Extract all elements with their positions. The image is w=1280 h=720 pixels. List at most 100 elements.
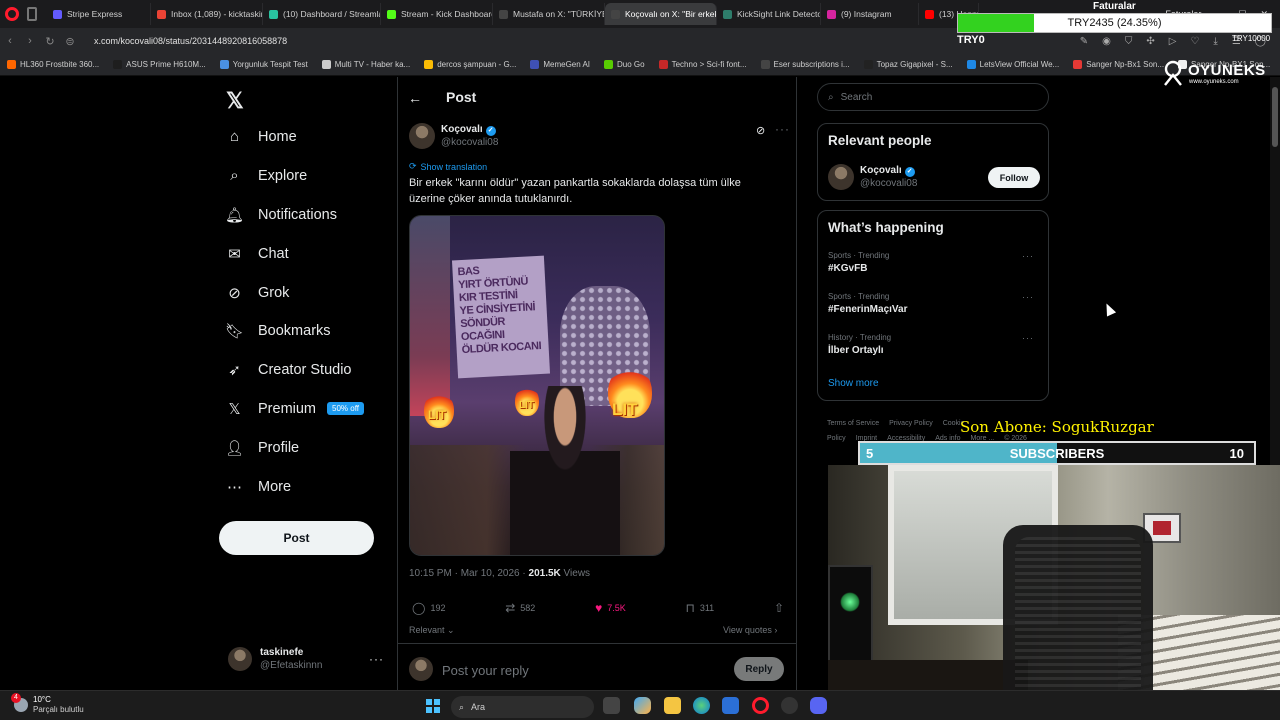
nav-item-chat[interactable]: ✉ Chat: [226, 245, 288, 263]
opera-logo-icon[interactable]: [5, 7, 19, 21]
download-icon[interactable]: ⤓: [1213, 36, 1217, 47]
browser-tab[interactable]: (9) Instagram: [821, 3, 919, 25]
chevron-down-icon: ⌄: [447, 625, 455, 635]
nav-item-grok[interactable]: ⊘ Grok: [226, 284, 289, 302]
reply-input[interactable]: Post your reply: [442, 663, 529, 678]
browser-tab[interactable]: (10) Dashboard / Streamla: [263, 3, 381, 25]
weather-widget[interactable]: 4 10°C Parçalı bulutlu: [11, 693, 84, 715]
camera-icon[interactable]: ◉: [1102, 36, 1111, 47]
bookmark-favicon-icon: [219, 60, 229, 69]
scrollbar-thumb[interactable]: [1272, 87, 1278, 147]
bookmark-item[interactable]: Techno > Sci-fi font...: [652, 60, 754, 69]
repost-action[interactable]: ⇄ 582: [505, 601, 535, 615]
url-field[interactable]: x.com/kocovali08/status/2031448920816058…: [94, 36, 287, 46]
trend-item[interactable]: Sports · Trending #KGvFB ···: [828, 251, 1040, 274]
nav-item-profile[interactable]: 👤︎ Profile: [225, 439, 299, 457]
person-handle[interactable]: @kocovali08: [860, 177, 917, 190]
windows-start-icon[interactable]: [426, 699, 440, 713]
person-name[interactable]: Koçovalı: [860, 165, 902, 176]
author-name[interactable]: Koçovalı: [441, 124, 483, 135]
bookmark-item[interactable]: Duo Go: [597, 60, 652, 69]
bookmark-item[interactable]: Multi TV - Haber ka...: [315, 60, 417, 69]
nav-item-notifications[interactable]: 🔔︎ Notifications: [225, 206, 337, 224]
footer-link[interactable]: Terms of Service: [827, 420, 879, 427]
edge-icon[interactable]: [693, 697, 710, 714]
nav-item-creator-studio[interactable]: ➶ Creator Studio: [226, 361, 351, 379]
bookmark-item[interactable]: HL360 Frostbite 360...: [0, 60, 106, 69]
bookmark-item[interactable]: Eser subscriptions i...: [754, 60, 857, 69]
bookmark-item[interactable]: dercos şampuan - G...: [417, 60, 523, 69]
post-author[interactable]: Koçovalı ✓ @kocovali08: [409, 123, 498, 149]
browser-tab[interactable]: Koçovalı on X: "Bir erkek: [605, 3, 717, 25]
nav-item-premium[interactable]: 𝕏 Premium 50% off: [226, 400, 364, 418]
reply-sort-dropdown[interactable]: Relevant ⌄: [409, 625, 455, 636]
account-switcher[interactable]: taskinefe @Efetaskinnn ···: [228, 643, 384, 675]
relevant-people-title: Relevant people: [828, 133, 932, 148]
extension-icon[interactable]: ✣: [1146, 36, 1154, 47]
post-image[interactable]: BAS YIRT ÖRTÜNÜ KIR TESTİNİ YE CİNSİYETİNİ S…: [409, 215, 665, 556]
copilot-icon[interactable]: [634, 697, 651, 714]
author-handle[interactable]: @kocovali08: [441, 136, 498, 149]
edit-icon[interactable]: ✎: [1080, 36, 1088, 47]
author-avatar[interactable]: [409, 123, 435, 149]
account-more-icon[interactable]: ···: [369, 652, 384, 666]
post-text: Bir erkek "karını öldür" yazan pankartla…: [409, 177, 741, 205]
bookmark-item[interactable]: LetsView Official We...: [960, 60, 1067, 69]
discord-icon[interactable]: [810, 697, 827, 714]
trend-more-icon[interactable]: ···: [1022, 292, 1034, 302]
search-icon: ⌕: [230, 167, 239, 184]
trend-item[interactable]: Sports · Trending #FenerinMaçıVar ···: [828, 292, 1040, 315]
reload-icon[interactable]: ↻: [40, 35, 60, 48]
post-time[interactable]: 10:15 PM · Mar 10, 2026 ·: [409, 568, 529, 579]
trend-more-icon[interactable]: ···: [1022, 333, 1034, 343]
footer-link[interactable]: Privacy Policy: [889, 420, 933, 427]
browser-tab[interactable]: KickSight Link Detector: [717, 3, 821, 25]
bookmark-item[interactable]: MemeGen AI: [523, 60, 597, 69]
grok-icon[interactable]: ⊘: [756, 124, 765, 137]
task-view-icon[interactable]: [603, 697, 620, 714]
taskbar-search[interactable]: ⌕ Ara: [451, 696, 594, 718]
share-action[interactable]: ⇧: [774, 601, 784, 615]
reply-action[interactable]: ◯ 192: [412, 601, 445, 615]
play-icon[interactable]: ▷: [1169, 36, 1177, 47]
more-icon[interactable]: ···: [775, 122, 790, 136]
opera-taskbar-icon[interactable]: [752, 697, 769, 714]
person-avatar[interactable]: [828, 164, 854, 190]
bookmark-item[interactable]: Yorgunluk Tespit Test: [213, 60, 315, 69]
bookmark-favicon-icon: [7, 60, 16, 69]
post-button[interactable]: Post: [219, 521, 374, 555]
bookmark-action[interactable]: ⊓ 311: [685, 601, 714, 615]
browser-tab[interactable]: Stream - Kick Dashboard: [381, 3, 493, 25]
nav-item-explore[interactable]: ⌕ Explore: [226, 167, 307, 184]
back-arrow-icon[interactable]: ←: [408, 90, 422, 106]
obs-icon[interactable]: [781, 697, 798, 714]
heart-icon[interactable]: ♡: [1190, 36, 1199, 47]
bookmark-item[interactable]: Sanger Np-Bx1 Son...: [1066, 60, 1171, 69]
sidebar-toggle-icon[interactable]: [27, 7, 37, 21]
shield-icon[interactable]: ⛉: [1125, 36, 1133, 47]
trend-more-icon[interactable]: ···: [1022, 251, 1034, 261]
bookmark-item[interactable]: ASUS Prime H610M...: [106, 60, 213, 69]
show-more-link[interactable]: Show more: [828, 378, 879, 389]
weather-temp: 10°C: [33, 695, 51, 704]
back-icon[interactable]: ‹: [0, 35, 20, 47]
lock-icon: ⊜: [65, 35, 75, 48]
nav-item-bookmarks[interactable]: 🔖︎ Bookmarks: [225, 322, 331, 340]
like-action[interactable]: ♥ 7.5K: [595, 601, 626, 615]
browser-tab[interactable]: Inbox (1,089) - kicktaskin: [151, 3, 263, 25]
show-translation-link[interactable]: ⟳ Show translation: [409, 161, 487, 172]
follow-button[interactable]: Follow: [988, 167, 1040, 188]
file-explorer-icon[interactable]: [664, 697, 681, 714]
nav-item-home[interactable]: ⌂ Home: [226, 128, 297, 145]
reply-button[interactable]: Reply: [734, 657, 784, 681]
browser-tab[interactable]: Mustafa on X: "TÜRKİYE'D: [493, 3, 605, 25]
trend-item[interactable]: History · Trending İlber Ortaylı ···: [828, 333, 1040, 356]
bookmark-item[interactable]: Topaz Gigapixel - S...: [857, 60, 960, 69]
forward-icon[interactable]: ›: [20, 35, 40, 47]
nav-item-more[interactable]: ⋯ More: [226, 478, 291, 496]
search-input[interactable]: ⌕ Search: [817, 83, 1049, 111]
store-icon[interactable]: [722, 697, 739, 714]
view-quotes-link[interactable]: View quotes ›: [723, 625, 777, 635]
browser-tab[interactable]: Stripe Express: [47, 3, 151, 25]
x-logo-icon[interactable]: 𝕏: [226, 88, 244, 114]
